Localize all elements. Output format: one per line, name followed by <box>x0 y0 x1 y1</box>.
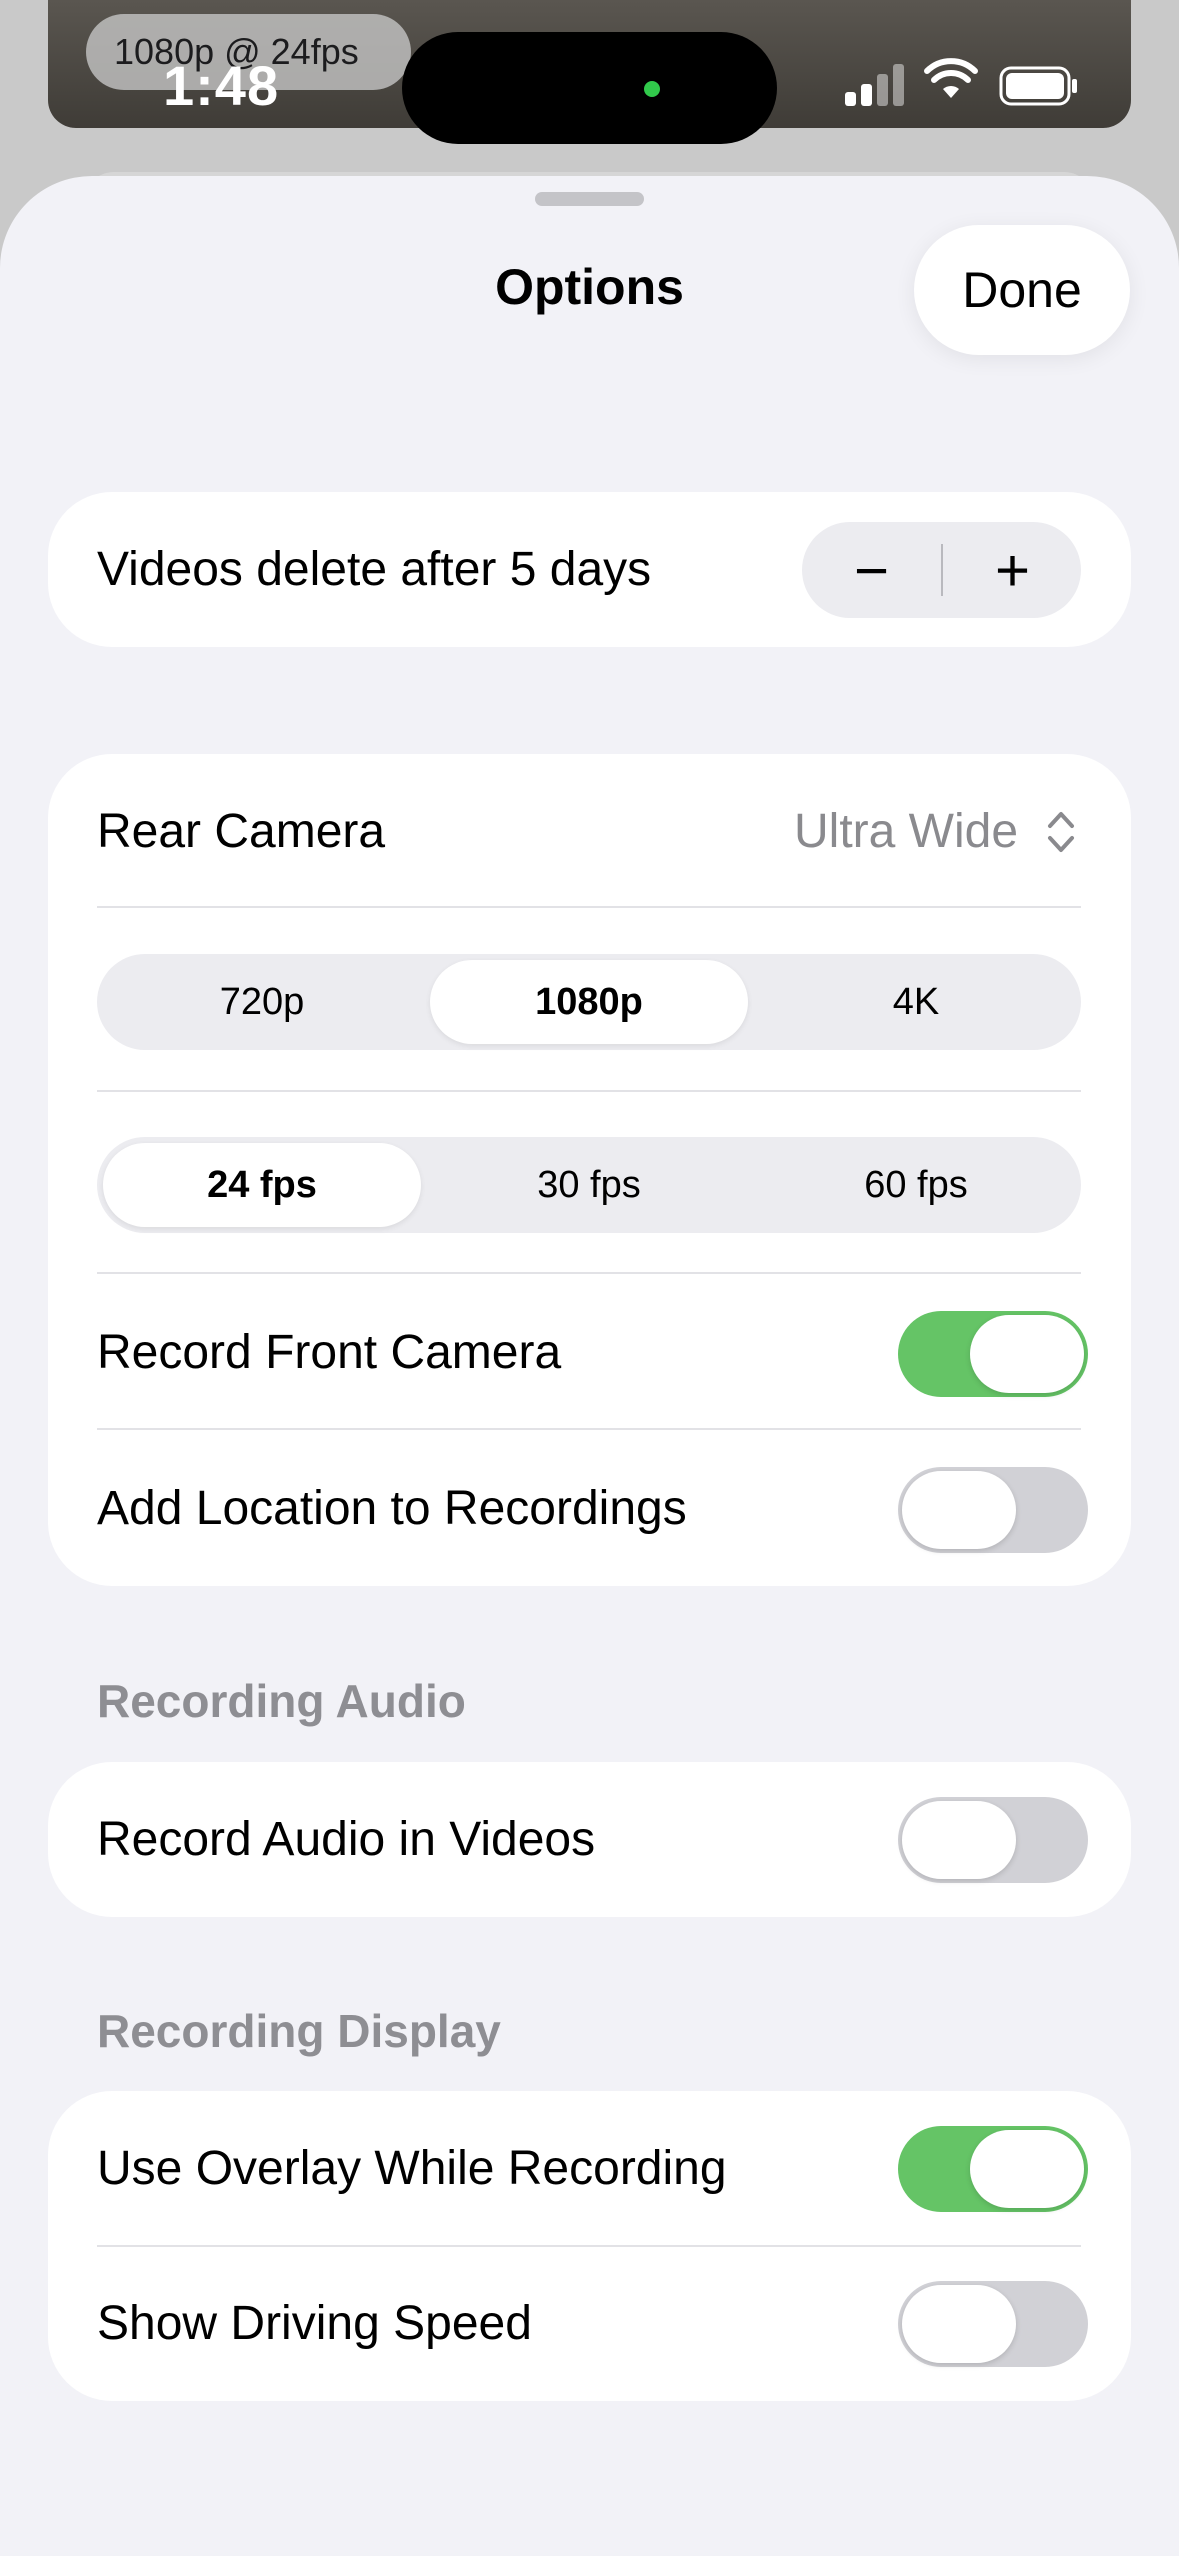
increment-button[interactable]: + <box>943 522 1082 618</box>
segment-4k[interactable]: 4K <box>757 960 1075 1044</box>
add-location-toggle[interactable] <box>898 1467 1088 1553</box>
toggle-knob <box>902 1801 1016 1879</box>
segment-720p[interactable]: 720p <box>103 960 421 1044</box>
divider <box>97 906 1081 908</box>
decrement-button[interactable]: − <box>802 522 941 618</box>
toggle-knob <box>970 1315 1084 1393</box>
record-audio-label: Record Audio in Videos <box>97 1813 596 1866</box>
overlay-toggle[interactable] <box>898 2126 1088 2212</box>
recording-audio-header: Recording Audio <box>97 1675 466 1727</box>
divider <box>97 2245 1081 2247</box>
camera-in-use-indicator <box>644 81 660 97</box>
add-location-label: Add Location to Recordings <box>97 1482 687 1535</box>
segment-60fps[interactable]: 60 fps <box>757 1143 1075 1227</box>
toggle-knob <box>902 2285 1016 2363</box>
toggle-knob <box>970 2130 1084 2208</box>
overlay-label: Use Overlay While Recording <box>97 2142 727 2195</box>
fps-segmented-control[interactable]: 24 fps 30 fps 60 fps <box>97 1137 1081 1233</box>
driving-speed-toggle[interactable] <box>898 2281 1088 2367</box>
status-time: 1:48 <box>163 54 280 117</box>
sheet-grabber[interactable] <box>535 192 644 206</box>
divider <box>97 1090 1081 1092</box>
resolution-segmented-control[interactable]: 720p 1080p 4K <box>97 954 1081 1050</box>
segment-24fps[interactable]: 24 fps <box>103 1143 421 1227</box>
retention-stepper[interactable]: − + <box>802 522 1081 618</box>
wifi-icon <box>924 58 978 98</box>
divider <box>97 1272 1081 1274</box>
divider <box>97 1428 1081 1430</box>
segment-30fps[interactable]: 30 fps <box>430 1143 748 1227</box>
chevron-up-down-icon[interactable] <box>1044 806 1078 858</box>
battery-icon <box>999 66 1077 106</box>
recording-display-header: Recording Display <box>97 2005 501 2057</box>
done-button[interactable]: Done <box>914 225 1130 355</box>
retention-label: Videos delete after 5 days <box>97 543 652 596</box>
record-front-camera-label: Record Front Camera <box>97 1326 562 1379</box>
toggle-knob <box>902 1471 1016 1549</box>
cellular-signal-icon <box>845 62 905 106</box>
dynamic-island <box>402 32 777 144</box>
record-audio-toggle[interactable] <box>898 1797 1088 1883</box>
rear-camera-picker[interactable]: Ultra Wide <box>794 804 1018 859</box>
driving-speed-label: Show Driving Speed <box>97 2297 532 2350</box>
segment-1080p[interactable]: 1080p <box>430 960 748 1044</box>
record-front-camera-toggle[interactable] <box>898 1311 1088 1397</box>
rear-camera-label: Rear Camera <box>97 805 386 858</box>
